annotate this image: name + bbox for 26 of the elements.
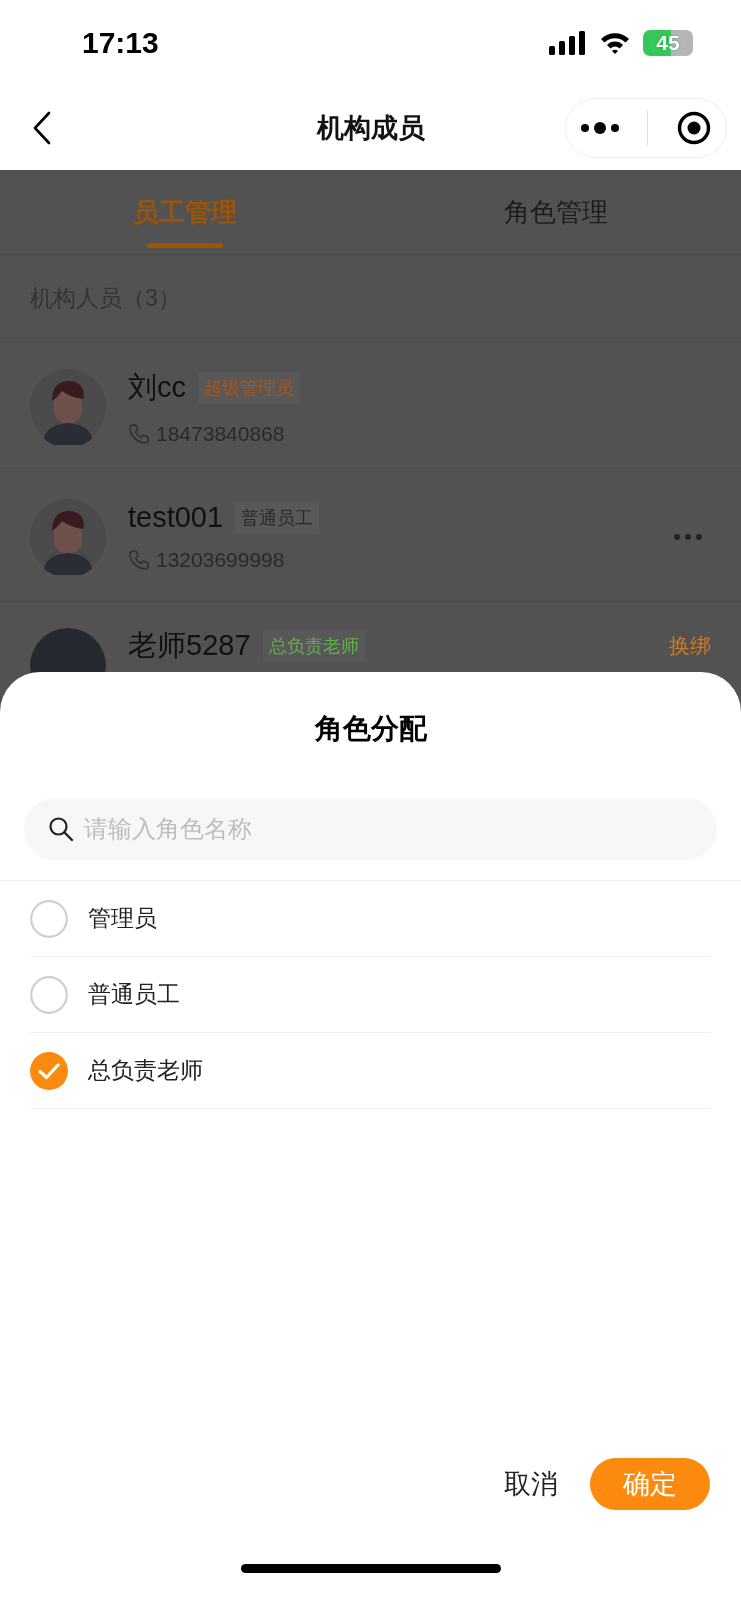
member-name: test001 — [128, 501, 224, 534]
role-tag: 超级管理员 — [198, 371, 300, 404]
back-icon[interactable] — [32, 111, 52, 145]
more-icon[interactable] — [579, 121, 620, 135]
wifi-icon — [599, 30, 631, 55]
role-tag: 总负责老师 — [262, 630, 365, 662]
radio-button[interactable] — [30, 1051, 68, 1090]
confirm-button[interactable]: 确定 — [590, 1458, 710, 1510]
close-target-icon[interactable] — [676, 110, 713, 146]
role-option[interactable]: 普通员工 — [88, 979, 180, 1010]
search-field[interactable]: 请输入角色名称 — [24, 798, 717, 860]
phone-icon — [128, 549, 150, 571]
member-name: 刘cc — [128, 369, 186, 405]
member-name: 老师5287 — [128, 628, 251, 663]
radio-button[interactable] — [30, 899, 68, 938]
page-title: 机构成员 — [316, 111, 425, 145]
phone-icon — [128, 422, 150, 445]
cancel-button[interactable]: 取消 — [504, 1466, 558, 1502]
rebind-link[interactable]: 换绑 — [669, 632, 711, 660]
search-icon — [48, 816, 74, 842]
status-time: 17:13 — [82, 25, 159, 60]
signal-icon — [549, 30, 587, 55]
radio-button[interactable] — [30, 975, 68, 1014]
tab[interactable]: 员工管理 — [0, 170, 371, 254]
role-option[interactable]: 管理员 — [88, 903, 157, 934]
role-option[interactable]: 总负责老师 — [88, 1055, 203, 1086]
